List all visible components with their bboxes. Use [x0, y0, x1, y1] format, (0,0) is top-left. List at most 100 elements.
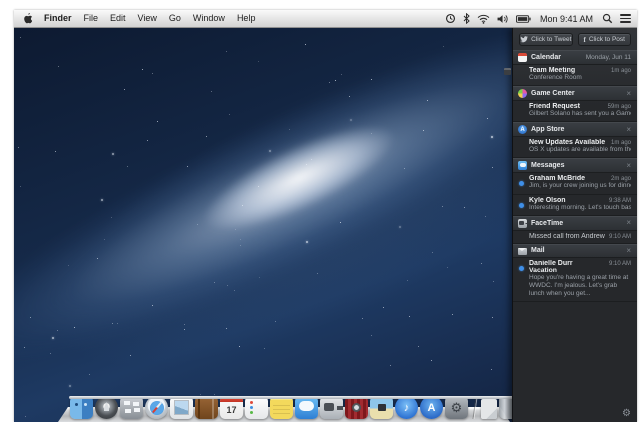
notification-updates[interactable]: New Updates Available 1m ago OS X update…	[513, 137, 637, 158]
notification-title: Danielle Durr	[529, 260, 573, 267]
section-header-messages[interactable]: Messages ×	[513, 158, 637, 173]
calendar-day-number: 17	[220, 401, 243, 419]
reminders-icon[interactable]	[245, 396, 268, 419]
notification-body: OS X updates are available from the App.…	[529, 146, 631, 154]
notification-friend-request[interactable]: Friend Request 59m ago Gilbert Solano ha…	[513, 101, 637, 122]
calendar-app-icon[interactable]: 17	[220, 396, 243, 419]
time-machine-icon[interactable]	[445, 13, 456, 24]
menu-bar: Finder File Edit View Go Window Help Mon…	[14, 10, 637, 28]
section-title: Mail	[531, 247, 545, 254]
notification-message-2[interactable]: Kyle Olson 9:38 AM Interesting morning. …	[513, 195, 637, 216]
close-icon[interactable]: ×	[626, 162, 631, 170]
section-header-calendar[interactable]: Calendar Monday, Jun 11	[513, 50, 637, 65]
notification-team-meeting[interactable]: Team Meeting 1m ago Conference Room	[513, 65, 637, 86]
notification-body: Interesting morning. Let's touch base la…	[529, 204, 631, 212]
share-buttons-row: Click to Tweet f Click to Post	[513, 28, 637, 50]
facetime-icon	[518, 219, 527, 228]
itunes-note-glyph: ♪	[395, 396, 418, 419]
menu-item-help[interactable]: Help	[231, 10, 262, 27]
section-header-app-store[interactable]: A App Store ×	[513, 122, 637, 137]
menu-clock[interactable]: Mon 9:41 AM	[538, 14, 595, 24]
close-icon[interactable]: ×	[626, 90, 631, 98]
notification-message-1[interactable]: Graham McBride 2m ago Jim, is your crew …	[513, 173, 637, 194]
notification-time: 9:38 AM	[605, 198, 631, 204]
menu-item-view[interactable]: View	[132, 10, 163, 27]
calendar-icon	[518, 53, 527, 62]
mail-icon	[518, 248, 527, 255]
photo-booth-icon[interactable]	[345, 396, 368, 419]
gear-icon: ⚙	[445, 396, 468, 419]
section-title: Messages	[531, 162, 564, 169]
dock-icons: 17 ♪ A ⚙	[70, 396, 519, 419]
tweet-button-label: Click to Tweet	[531, 36, 571, 43]
spotlight-icon[interactable]	[602, 13, 613, 24]
downloads-stack-icon[interactable]	[481, 399, 497, 419]
finder-icon[interactable]	[70, 396, 93, 419]
system-preferences-icon[interactable]: ⚙	[445, 396, 468, 419]
dock-divider	[472, 397, 476, 419]
notes-icon[interactable]	[270, 396, 293, 419]
mission-control-icon[interactable]	[120, 396, 143, 419]
notification-center-icon[interactable]	[620, 12, 631, 25]
itunes-icon[interactable]: ♪	[395, 396, 418, 419]
notification-title: Team Meeting	[529, 67, 575, 74]
notification-time: 1m ago	[607, 68, 631, 74]
iphoto-icon[interactable]	[370, 396, 393, 419]
section-header-mail[interactable]: Mail ×	[513, 244, 637, 258]
menu-item-edit[interactable]: Edit	[104, 10, 132, 27]
mail-app-icon[interactable]	[170, 396, 193, 419]
notification-time: 9:10 AM	[605, 234, 631, 240]
menu-item-file[interactable]: File	[78, 10, 105, 27]
volume-icon[interactable]	[497, 14, 509, 24]
messages-icon	[518, 161, 527, 170]
notification-title: New Updates Available	[529, 139, 605, 146]
app-store-a-glyph: A	[420, 396, 443, 419]
close-icon[interactable]: ×	[626, 126, 631, 134]
notification-title: Graham McBride	[529, 175, 585, 182]
menu-item-finder[interactable]: Finder	[38, 10, 78, 27]
section-title: Calendar	[531, 54, 561, 61]
post-button-label: Click to Post	[589, 36, 625, 43]
twitter-icon	[520, 36, 528, 43]
facetime-app-icon[interactable]	[320, 396, 343, 419]
dock: 17 ♪ A ⚙	[58, 388, 510, 422]
calendar-date: Monday, Jun 11	[586, 54, 631, 61]
menu-item-go[interactable]: Go	[163, 10, 187, 27]
notification-time: 9:10 AM	[605, 261, 631, 267]
menu-status-area: Mon 9:41 AM	[445, 12, 637, 25]
unread-dot	[519, 203, 524, 208]
close-icon[interactable]: ×	[626, 219, 631, 227]
mail-subject: Vacation	[529, 267, 631, 274]
facebook-icon: f	[584, 36, 586, 44]
section-title: Game Center	[531, 90, 575, 97]
unread-dot	[519, 181, 524, 186]
mac-screen: Finder File Edit View Go Window Help Mon…	[14, 10, 637, 422]
settings-gear-icon[interactable]: ⚙	[622, 409, 631, 419]
messages-app-icon[interactable]	[295, 396, 318, 419]
contacts-icon[interactable]	[195, 396, 218, 419]
safari-icon[interactable]	[145, 396, 168, 419]
notification-title: Missed call from Andrew Erpelding	[529, 233, 605, 240]
section-title: FaceTime	[531, 220, 563, 227]
wifi-icon[interactable]	[477, 14, 490, 24]
launchpad-icon[interactable]	[95, 396, 118, 419]
battery-icon[interactable]	[516, 15, 531, 23]
bluetooth-icon[interactable]	[463, 13, 470, 24]
notification-mail[interactable]: Danielle Durr 9:10 AM Vacation Hope you'…	[513, 258, 637, 302]
event-icon	[504, 68, 511, 75]
tweet-button[interactable]: Click to Tweet	[519, 33, 573, 46]
notification-body: Conference Room	[529, 74, 631, 82]
close-icon[interactable]: ×	[626, 247, 631, 255]
section-header-game-center[interactable]: Game Center ×	[513, 86, 637, 101]
notification-center-panel: Click to Tweet f Click to Post Calendar …	[512, 28, 637, 422]
notification-missed-call[interactable]: Missed call from Andrew Erpelding 9:10 A…	[513, 231, 637, 244]
apple-menu-icon[interactable]	[23, 13, 32, 24]
notification-body: Gilbert Solano has sent you a Game Cent.…	[529, 110, 631, 118]
section-header-facetime[interactable]: FaceTime ×	[513, 216, 637, 231]
notification-title: Kyle Olson	[529, 197, 566, 204]
app-store-icon: A	[518, 125, 527, 134]
notification-body: Jim, is your crew joining us for dinner …	[529, 182, 631, 190]
post-button[interactable]: f Click to Post	[578, 33, 632, 46]
menu-item-window[interactable]: Window	[187, 10, 231, 27]
app-store-app-icon[interactable]: A	[420, 396, 443, 419]
